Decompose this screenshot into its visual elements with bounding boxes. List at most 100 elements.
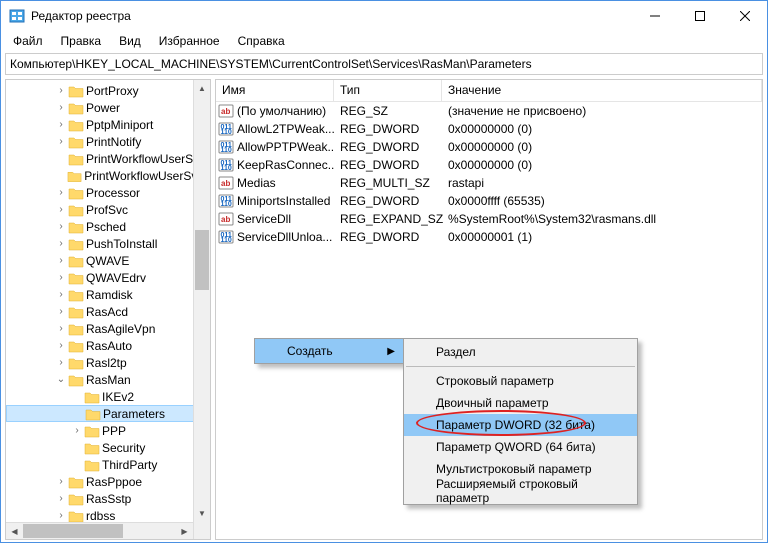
tree-item-parameters[interactable]: Parameters (6, 405, 210, 422)
ctx-new-item[interactable]: Двоичный параметр (404, 392, 637, 414)
expander-icon[interactable]: › (70, 425, 84, 436)
expander-icon[interactable]: › (54, 323, 68, 334)
expander-icon[interactable]: › (54, 357, 68, 368)
scroll-left-arrow-icon[interactable]: ◀ (6, 523, 23, 539)
col-header-value[interactable]: Значение (442, 80, 762, 101)
expander-icon[interactable]: › (54, 340, 68, 351)
value-row[interactable]: AllowL2TPWeak...REG_DWORD0x00000000 (0) (216, 120, 762, 138)
value-row[interactable]: KeepRasConnec...REG_DWORD0x00000000 (0) (216, 156, 762, 174)
tree-item-thirdparty[interactable]: ThirdParty (6, 456, 210, 473)
maximize-button[interactable] (677, 1, 722, 31)
expander-icon[interactable]: › (54, 272, 68, 283)
menu-help[interactable]: Справка (230, 32, 293, 50)
reg-string-icon (218, 175, 234, 191)
expander-icon[interactable]: ⌄ (54, 374, 68, 385)
scroll-down-arrow-icon[interactable]: ▼ (194, 505, 210, 522)
tree-item-portproxy[interactable]: ›PortProxy (6, 82, 210, 99)
scroll-up-arrow-icon[interactable]: ▲ (194, 80, 210, 97)
tree-item-power[interactable]: ›Power (6, 99, 210, 116)
tree-h-scrollbar[interactable]: ◀ ▶ (6, 522, 193, 539)
window-title: Редактор реестра (31, 9, 632, 23)
tree-item-processor[interactable]: ›Processor (6, 184, 210, 201)
ctx-new-item[interactable]: Расширяемый строковый параметр (404, 480, 637, 502)
tree-item-ramdisk[interactable]: ›Ramdisk (6, 286, 210, 303)
address-bar[interactable]: Компьютер\HKEY_LOCAL_MACHINE\SYSTEM\Curr… (5, 53, 763, 75)
tree-label: Security (102, 441, 145, 455)
tree-item-qwavedrv[interactable]: ›QWAVEdrv (6, 269, 210, 286)
expander-icon[interactable]: › (54, 221, 68, 232)
value-name: MiniportsInstalled (237, 194, 330, 208)
minimize-button[interactable] (632, 1, 677, 31)
col-header-type[interactable]: Тип (334, 80, 442, 101)
context-menu-primary: Создать ▶ (254, 338, 404, 364)
expander-icon[interactable]: › (54, 476, 68, 487)
value-type: REG_DWORD (334, 158, 442, 172)
reg-string-icon (218, 103, 234, 119)
tree-label: PushToInstall (86, 237, 157, 251)
folder-icon (68, 288, 84, 302)
key-tree[interactable]: ›PortProxy›Power›PptpMiniport›PrintNotif… (6, 80, 210, 526)
value-row[interactable]: ServiceDllREG_EXPAND_SZ%SystemRoot%\Syst… (216, 210, 762, 228)
expander-icon[interactable]: › (54, 136, 68, 147)
tree-item-printworkflowusersvc_[interactable]: PrintWorkflowUserSvc_ (6, 167, 210, 184)
ctx-new-item[interactable]: Строковый параметр (404, 370, 637, 392)
expander-icon[interactable]: › (54, 306, 68, 317)
expander-icon[interactable]: › (54, 85, 68, 96)
tree-item-raspppoe[interactable]: ›RasPppoe (6, 473, 210, 490)
expander-icon[interactable]: › (54, 493, 68, 504)
scroll-thumb-h[interactable] (23, 524, 123, 538)
tree-v-scrollbar[interactable]: ▲ ▼ (193, 80, 210, 539)
tree-item-pptpminiport[interactable]: › PptpMiniport (6, 116, 210, 133)
tree-item-pushtoinstall[interactable]: › PushToInstall (6, 235, 210, 252)
value-row[interactable]: ServiceDllUnloa...REG_DWORD0x00000001 (1… (216, 228, 762, 246)
value-data: 0x00000000 (0) (442, 122, 762, 136)
tree-item-rassstp[interactable]: ›RasSstp (6, 490, 210, 507)
tree-item-rasauto[interactable]: ›RasAuto (6, 337, 210, 354)
folder-icon (68, 339, 84, 353)
ctx-new-section[interactable]: Раздел (404, 341, 637, 363)
expander-icon[interactable]: › (54, 204, 68, 215)
tree-item-rasagilevpn[interactable]: ›RasAgileVpn (6, 320, 210, 337)
close-button[interactable] (722, 1, 767, 31)
value-row[interactable]: (По умолчанию)REG_SZ(значение не присвое… (216, 102, 762, 120)
menu-file[interactable]: Файл (5, 32, 51, 50)
tree-label: PptpMiniport (86, 118, 153, 132)
expander-icon[interactable]: › (54, 255, 68, 266)
menu-view[interactable]: Вид (111, 32, 149, 50)
expander-icon[interactable]: › (54, 187, 68, 198)
menu-edit[interactable]: Правка (53, 32, 110, 50)
expander-icon[interactable]: › (54, 119, 68, 130)
tree-item-printnotify[interactable]: ›PrintNotify (6, 133, 210, 150)
tree-item-qwave[interactable]: ›QWAVE (6, 252, 210, 269)
expander-icon[interactable]: › (54, 102, 68, 113)
ctx-create[interactable]: Создать ▶ (255, 339, 403, 363)
value-row[interactable]: MediasREG_MULTI_SZrastapi (216, 174, 762, 192)
tree-item-profsvc[interactable]: ›ProfSvc (6, 201, 210, 218)
folder-icon (84, 424, 100, 438)
key-tree-pane: ›PortProxy›Power›PptpMiniport›PrintNotif… (5, 79, 211, 540)
col-header-name[interactable]: Имя (216, 80, 334, 101)
tree-item-rasacd[interactable]: ›RasAcd (6, 303, 210, 320)
value-row[interactable]: AllowPPTPWeak...REG_DWORD0x00000000 (0) (216, 138, 762, 156)
tree-item-rasman[interactable]: ⌄ RasMan (6, 371, 210, 388)
expander-icon[interactable]: › (54, 510, 68, 521)
value-row[interactable]: MiniportsInstalledREG_DWORD0x0000ffff (6… (216, 192, 762, 210)
menu-favorites[interactable]: Избранное (151, 32, 228, 50)
expander-icon[interactable]: › (54, 289, 68, 300)
scroll-thumb[interactable] (195, 230, 209, 290)
value-data: rastapi (442, 176, 762, 190)
folder-icon (68, 203, 84, 217)
ctx-new-item[interactable]: Параметр DWORD (32 бита) (404, 414, 637, 436)
expander-icon[interactable]: › (54, 238, 68, 249)
ctx-new-item[interactable]: Параметр QWORD (64 бита) (404, 436, 637, 458)
tree-item-rasl2tp[interactable]: ›Rasl2tp (6, 354, 210, 371)
scroll-right-arrow-icon[interactable]: ▶ (176, 523, 193, 539)
tree-item-printworkflowusersvc[interactable]: PrintWorkflowUserSvc (6, 150, 210, 167)
tree-label: RasMan (86, 373, 131, 387)
tree-item-ppp[interactable]: ›PPP (6, 422, 210, 439)
tree-item-security[interactable]: Security (6, 439, 210, 456)
values-list[interactable]: (По умолчанию)REG_SZ(значение не присвое… (216, 102, 762, 246)
tree-item-ikev2[interactable]: IKEv2 (6, 388, 210, 405)
context-menu-new: Раздел Строковый параметрДвоичный параме… (403, 338, 638, 505)
tree-item-psched[interactable]: ›Psched (6, 218, 210, 235)
